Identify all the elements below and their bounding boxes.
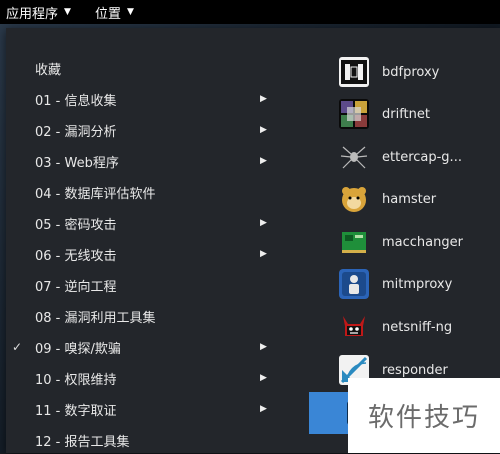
category-reverse-engineering[interactable]: 07 - 逆向工程: [6, 271, 282, 299]
category-sniffing-spoofing[interactable]: ✓ 09 - 嗅探/欺骗 ▶: [6, 333, 282, 361]
category-list: 收藏 01 - 信息收集 ▶ 02 - 漏洞分析 ▶ 03 - Web程序 ▶ …: [6, 28, 282, 453]
submenu-arrow-icon: ▶: [260, 373, 267, 383]
network-card-icon: [339, 227, 369, 257]
app-name: bdfproxy: [382, 64, 440, 80]
chevron-down-icon: ▼: [64, 7, 71, 17]
checkmark-icon: ✓: [12, 340, 23, 354]
category-reporting-tools[interactable]: 12 - 报告工具集: [6, 426, 282, 454]
submenu-arrow-icon: ▶: [260, 342, 267, 352]
applications-menu-label: 应用程序: [6, 6, 59, 22]
submenu-arrow-icon: ▶: [260, 404, 267, 414]
category-label: 10 - 权限维持: [35, 372, 117, 388]
category-maintaining-access[interactable]: 10 - 权限维持 ▶: [6, 364, 282, 392]
category-database-assessment[interactable]: 04 - 数据库评估软件: [6, 178, 282, 206]
app-name: driftnet: [382, 106, 430, 122]
app-bdfproxy[interactable]: bdfproxy: [308, 54, 500, 90]
app-name: responder: [382, 362, 448, 378]
category-exploitation-tools[interactable]: 08 - 漏洞利用工具集: [6, 302, 282, 330]
app-driftnet[interactable]: driftnet: [308, 96, 500, 132]
bdfproxy-icon: [339, 57, 369, 87]
category-label: 11 - 数字取证: [35, 403, 117, 419]
category-label: 05 - 密码攻击: [35, 217, 117, 233]
category-vulnerability-analysis[interactable]: 02 - 漏洞分析 ▶: [6, 116, 282, 144]
app-macchanger[interactable]: macchanger: [308, 224, 500, 260]
category-label: 04 - 数据库评估软件: [35, 186, 156, 202]
category-label: 12 - 报告工具集: [35, 434, 130, 450]
category-favorites[interactable]: 收藏: [6, 54, 282, 82]
app-name: mitmproxy: [382, 276, 453, 292]
category-password-attacks[interactable]: 05 - 密码攻击 ▶: [6, 209, 282, 237]
devil-icon: [339, 312, 369, 342]
app-name: macchanger: [382, 234, 463, 250]
app-hamster[interactable]: hamster: [308, 181, 500, 217]
app-name: hamster: [382, 191, 437, 207]
hamster-icon: [339, 184, 369, 214]
app-name: netsniff-ng: [382, 319, 453, 335]
category-forensics[interactable]: 11 - 数字取证 ▶: [6, 395, 282, 423]
submenu-arrow-icon: ▶: [260, 249, 267, 259]
applications-menu[interactable]: 应用程序 ▼: [0, 3, 77, 22]
category-label: 03 - Web程序: [35, 155, 119, 171]
top-panel: 应用程序 ▼ 位置 ▼: [0, 0, 500, 24]
category-label: 收藏: [35, 62, 62, 78]
chevron-down-icon: ▼: [126, 7, 134, 17]
app-name: ettercap-g...: [382, 149, 462, 165]
submenu-arrow-icon: ▶: [260, 156, 267, 166]
category-label: 09 - 嗅探/欺骗: [35, 341, 121, 357]
category-label: 06 - 无线攻击: [35, 248, 117, 264]
category-label: 02 - 漏洞分析: [35, 124, 117, 140]
submenu-arrow-icon: ▶: [260, 218, 267, 228]
watermark: 软件技巧: [348, 378, 500, 453]
submenu-arrow-icon: ▶: [260, 94, 267, 104]
submenu-arrow-icon: ▶: [260, 125, 267, 135]
category-information-gathering[interactable]: 01 - 信息收集 ▶: [6, 85, 282, 113]
category-label: 01 - 信息收集: [35, 93, 117, 109]
category-label: 07 - 逆向工程: [35, 279, 117, 295]
app-mitmproxy[interactable]: mitmproxy: [308, 266, 500, 302]
person-icon: [339, 269, 369, 299]
ettercap-spider-icon: [339, 142, 369, 172]
driftnet-icon: [339, 99, 369, 129]
category-wireless-attacks[interactable]: 06 - 无线攻击 ▶: [6, 240, 282, 268]
app-netsniff-ng[interactable]: netsniff-ng: [308, 309, 500, 345]
places-menu[interactable]: 位置 ▼: [89, 3, 140, 22]
app-ettercap[interactable]: ettercap-g...: [308, 139, 500, 175]
category-web-applications[interactable]: 03 - Web程序 ▶: [6, 147, 282, 175]
places-menu-label: 位置: [94, 6, 121, 22]
category-label: 08 - 漏洞利用工具集: [35, 310, 156, 326]
